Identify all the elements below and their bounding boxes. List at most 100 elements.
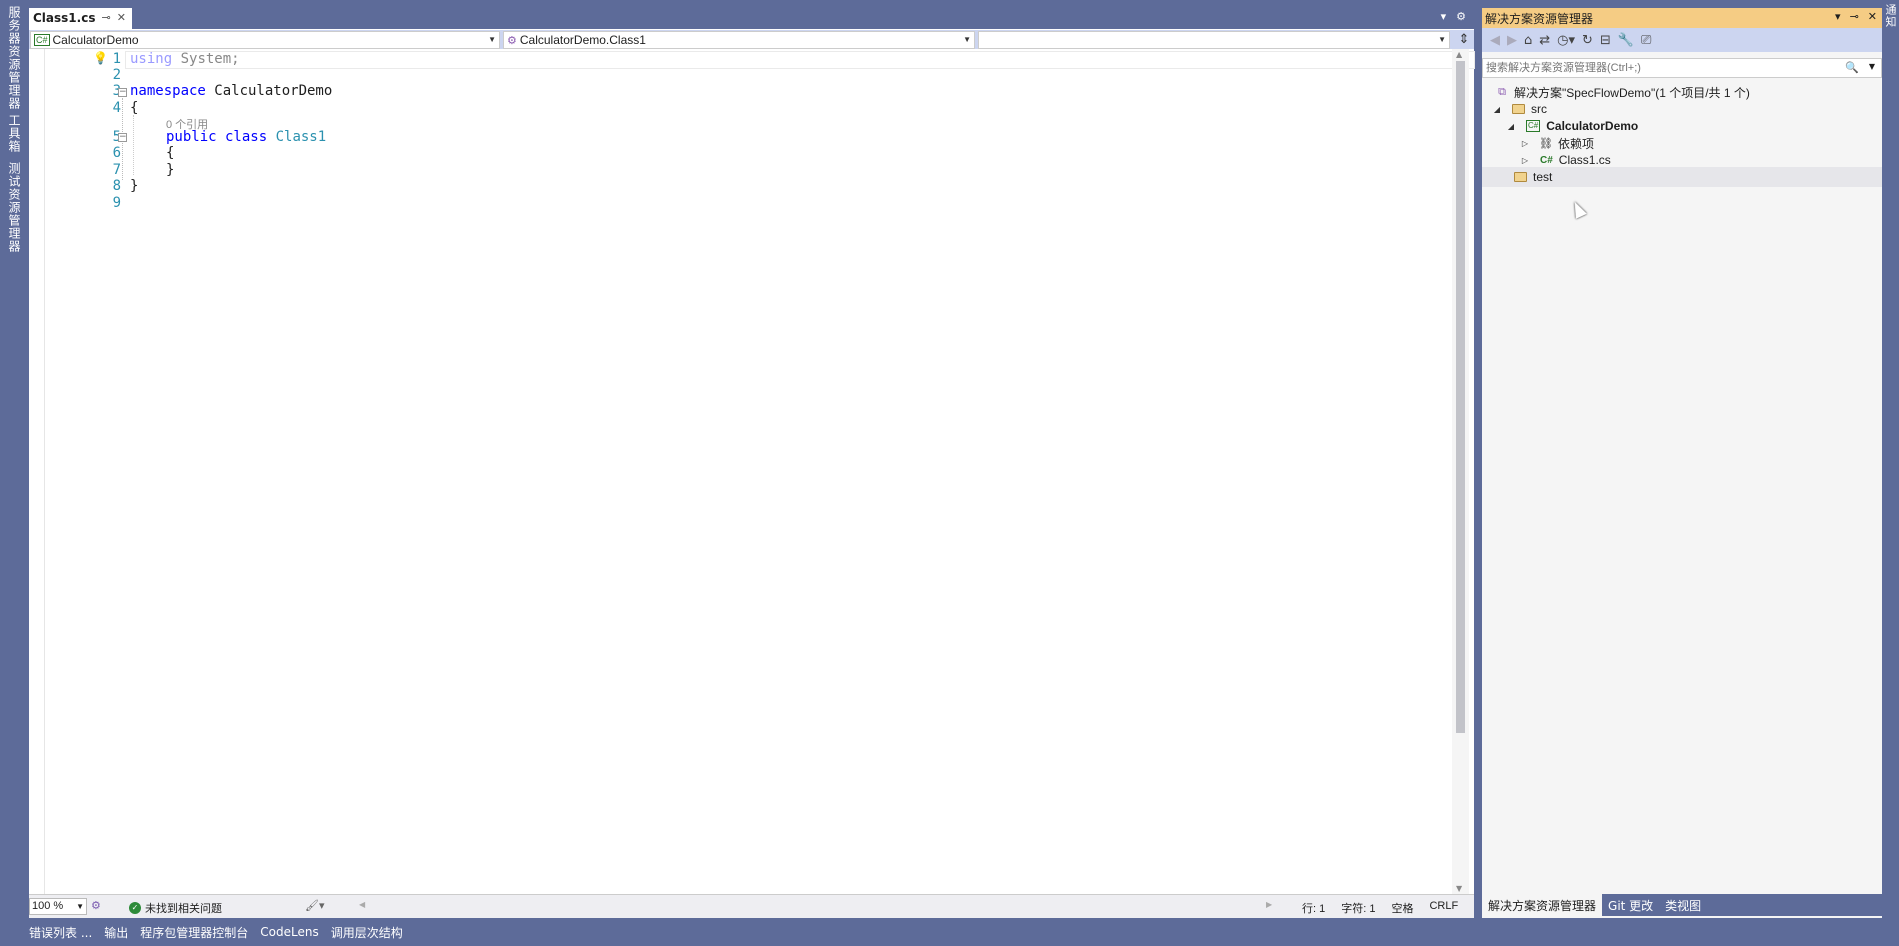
class-icon: ⚙ bbox=[507, 34, 517, 47]
code-line-8: } bbox=[130, 178, 139, 194]
collapse-namespace-icon[interactable]: − bbox=[118, 88, 127, 97]
code-line-1: using System; bbox=[130, 51, 240, 67]
tree-label: src bbox=[1531, 102, 1547, 116]
tab-solution-explorer[interactable]: 解决方案资源管理器 bbox=[1482, 894, 1603, 916]
indent-indicator[interactable]: 空格 bbox=[1391, 900, 1413, 916]
notifications-tab[interactable]: 通知 bbox=[1882, 4, 1898, 28]
test-explorer-tab[interactable]: 测试资源管理器 bbox=[6, 162, 23, 253]
line-indicator[interactable]: 行: 1 bbox=[1302, 900, 1325, 916]
chevron-down-icon: ▼ bbox=[963, 35, 971, 44]
scrollbar-thumb[interactable] bbox=[1456, 61, 1465, 733]
close-icon[interactable]: ✕ bbox=[117, 11, 126, 24]
current-line-highlight bbox=[125, 51, 1475, 69]
toolbox-tab[interactable]: 工具箱 bbox=[6, 114, 23, 153]
code-line-6: { bbox=[166, 145, 175, 161]
expanded-arrow-icon[interactable]: ◢ bbox=[1492, 105, 1502, 114]
back-icon[interactable]: ◀ bbox=[1490, 33, 1500, 48]
chevron-down-icon: ▼ bbox=[1438, 35, 1446, 44]
scroll-right-icon[interactable]: ▶ bbox=[1266, 900, 1272, 909]
char-indicator[interactable]: 字符: 1 bbox=[1341, 900, 1375, 916]
code-line-7: } bbox=[166, 162, 175, 178]
folder-icon bbox=[1514, 172, 1527, 182]
solution-explorer-toolbar: ◀ ▶ ⌂ ⇄ ◷▾ ↻ ⊟ 🔧 ⎚ bbox=[1482, 28, 1882, 52]
editor-status-strip: 100 % ▼ ⚙ ✓ 未找到相关问题 🖌▾ ◀ ▶ 行: 1 字符: 1 空格… bbox=[29, 894, 1474, 918]
caret-position-info: 行: 1 字符: 1 空格 CRLF bbox=[1302, 900, 1458, 916]
line-number: 3 bbox=[112, 83, 121, 99]
vertical-scrollbar[interactable]: ▲ ▼ bbox=[1452, 49, 1469, 894]
tab-list-dropdown-icon[interactable]: ▾ bbox=[1441, 10, 1447, 23]
line-number: 1 bbox=[112, 51, 121, 67]
tree-label: CalculatorDemo bbox=[1546, 119, 1639, 133]
tab-package-manager-console[interactable]: 程序包管理器控制台 bbox=[140, 924, 248, 941]
search-input[interactable] bbox=[1483, 59, 1843, 77]
project-dropdown-value: CalculatorDemo bbox=[52, 33, 139, 47]
code-line-5: public class Class1 bbox=[166, 129, 327, 145]
solution-icon: ⧉ bbox=[1498, 85, 1506, 98]
type-dropdown[interactable]: ⚙ CalculatorDemo.Class1 ▼ bbox=[503, 31, 975, 49]
panel-title: 解决方案资源管理器 bbox=[1485, 11, 1594, 26]
dependencies-icon: ⛓ bbox=[1539, 137, 1553, 150]
member-dropdown[interactable]: ▼ bbox=[978, 31, 1450, 49]
tree-item-test-folder[interactable]: test bbox=[1482, 167, 1882, 187]
project-dropdown[interactable]: C# CalculatorDemo ▼ bbox=[30, 31, 500, 49]
code-editor-window: Class1.cs ⊸ ✕ ▾ ⚙ C# CalculatorDemo ▼ ⚙ … bbox=[29, 8, 1475, 918]
pin-icon[interactable]: ⊸ bbox=[101, 11, 110, 24]
tab-call-hierarchy[interactable]: 调用层次结构 bbox=[331, 924, 403, 941]
search-icon[interactable]: 🔍 bbox=[1845, 61, 1859, 74]
line-number: 5 bbox=[112, 129, 121, 145]
tab-overflow-controls: ▾ ⚙ bbox=[1441, 10, 1466, 23]
collapse-all-icon[interactable]: ⊟ bbox=[1600, 33, 1611, 48]
split-window-icon[interactable]: ⇕ bbox=[1456, 32, 1472, 48]
search-options-icon[interactable]: ▼ bbox=[1869, 62, 1875, 71]
expanded-arrow-icon[interactable]: ◢ bbox=[1506, 122, 1516, 131]
glyph-margin bbox=[29, 49, 45, 894]
properties-wrench-icon[interactable]: 🔧 bbox=[1618, 33, 1634, 48]
csharp-file-icon: C# bbox=[1540, 154, 1553, 166]
solution-search-box: 🔍 ▼ bbox=[1482, 58, 1882, 78]
document-tab-title: Class1.cs bbox=[33, 10, 96, 25]
home-icon[interactable]: ⌂ bbox=[1524, 33, 1532, 48]
code-cleanup-icon[interactable]: 🖌▾ bbox=[305, 899, 325, 912]
intellicode-icon[interactable]: ⚙ bbox=[91, 899, 101, 912]
preview-icon[interactable]: ⎚ bbox=[1641, 33, 1651, 48]
server-explorer-tab[interactable]: 服务器资源管理器 bbox=[6, 6, 23, 110]
tab-class-view[interactable]: 类视图 bbox=[1659, 894, 1707, 916]
csharp-project-icon: C# bbox=[1526, 120, 1541, 132]
tree-label: test bbox=[1533, 170, 1553, 184]
tree-label: 解决方案"SpecFlowDemo"(1 个项目/共 1 个) bbox=[1514, 85, 1750, 100]
issues-text: 未找到相关问题 bbox=[145, 903, 222, 915]
tab-codelens[interactable]: CodeLens bbox=[260, 925, 318, 939]
issues-indicator[interactable]: ✓ 未找到相关问题 bbox=[129, 900, 222, 916]
folder-open-icon bbox=[1512, 104, 1525, 114]
close-icon[interactable]: ✕ bbox=[1868, 10, 1877, 23]
navigation-bar: C# CalculatorDemo ▼ ⚙ CalculatorDemo.Cla… bbox=[29, 29, 1474, 49]
pending-changes-filter-icon[interactable]: ◷▾ bbox=[1557, 33, 1575, 48]
indent-guide bbox=[133, 115, 134, 175]
code-text-area[interactable]: 💡 1 2 3 4 5 6 7 8 9 − − using System; na… bbox=[29, 49, 1475, 894]
zoom-value: 100 % bbox=[32, 900, 64, 912]
collapsed-arrow-icon[interactable]: ▷ bbox=[1520, 139, 1530, 148]
tree-label: 依赖项 bbox=[1558, 136, 1595, 151]
tab-error-list[interactable]: 错误列表 ... bbox=[29, 924, 92, 941]
tree-label: Class1.cs bbox=[1558, 153, 1611, 167]
panel-menu-icon[interactable]: ▾ bbox=[1835, 10, 1841, 23]
switch-views-icon[interactable]: ⇄ bbox=[1539, 33, 1550, 48]
line-number: 6 bbox=[112, 145, 121, 161]
collapsed-arrow-icon[interactable]: ▷ bbox=[1520, 156, 1530, 165]
collapse-class-icon[interactable]: − bbox=[118, 133, 127, 142]
settings-gear-icon[interactable]: ⚙ bbox=[1456, 10, 1466, 23]
scroll-down-icon[interactable]: ▼ bbox=[1456, 884, 1462, 893]
forward-icon[interactable]: ▶ bbox=[1507, 33, 1517, 48]
scroll-up-icon[interactable]: ▲ bbox=[1456, 50, 1462, 59]
eol-indicator[interactable]: CRLF bbox=[1429, 900, 1458, 916]
line-number: 7 bbox=[112, 162, 121, 178]
tab-output[interactable]: 输出 bbox=[104, 924, 128, 941]
scroll-left-icon[interactable]: ◀ bbox=[359, 900, 365, 909]
bottom-tool-window-bar: 错误列表 ... 输出 程序包管理器控制台 CodeLens 调用层次结构 bbox=[29, 921, 403, 943]
tab-git-changes[interactable]: Git 更改 bbox=[1602, 894, 1659, 916]
document-tab-class1[interactable]: Class1.cs ⊸ ✕ bbox=[29, 8, 132, 29]
chevron-down-icon: ▼ bbox=[488, 35, 496, 44]
zoom-dropdown[interactable]: 100 % ▼ bbox=[29, 898, 87, 915]
pin-icon[interactable]: ⊸ bbox=[1850, 10, 1859, 23]
sync-icon[interactable]: ↻ bbox=[1582, 33, 1593, 48]
